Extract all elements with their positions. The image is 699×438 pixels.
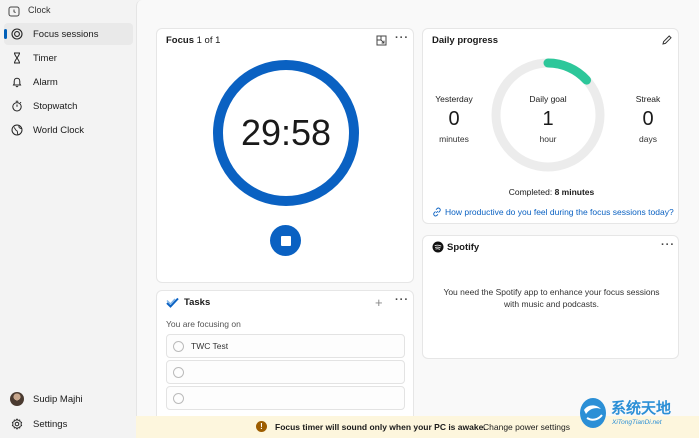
tasks-check-icon [166,297,179,308]
stop-button[interactable] [270,225,301,256]
gear-icon [10,417,24,431]
edit-icon[interactable] [661,34,673,46]
banner-message: Focus timer will sound only when your PC… [275,422,486,432]
task-checkbox[interactable] [173,340,184,352]
change-power-settings-link[interactable]: Change power settings [483,422,570,432]
watermark-logo-icon [580,398,606,428]
focus-session-count: 1 of 1 [196,35,221,46]
hourglass-icon [10,51,24,65]
daily-goal-unit: hour [539,134,557,144]
focus-timer: 29:58 [240,112,332,153]
globe-icon [10,123,24,137]
daily-progress-title: Daily progress [432,35,498,46]
user-name: Sudip Majhi [33,393,83,405]
sidebar: Focus sessions Timer Alarm Stopwatch Wor… [0,22,136,438]
spotify-icon [432,241,444,253]
task-row[interactable]: TWC Test [166,334,405,358]
watermark: 系统天地 XiTongTianDi.net [576,392,696,436]
focus-title: Focus 1 of 1 [166,35,220,46]
spotify-name: Spotify [447,241,480,253]
task-checkbox[interactable] [173,392,184,404]
yesterday-value: 0 [448,108,460,130]
streak-unit: days [639,134,657,144]
sidebar-item-timer[interactable]: Timer [4,47,133,69]
sidebar-item-alarm[interactable]: Alarm [4,71,133,93]
completed-label: Completed: [508,187,553,197]
clock-app-icon [8,6,20,17]
spotify-logo: Spotify [432,241,479,253]
completed-value: 8 minutes [554,187,595,197]
main-content: Focus 1 of 1 ··· 29:58 Daily progress Ye… [136,0,699,438]
focus-more-button[interactable]: ··· [395,32,409,44]
sidebar-item-label: Alarm [33,76,58,88]
link-icon [433,207,441,217]
streak-label: Streak [635,94,661,104]
completed-text: Completed: 8 minutes [423,187,680,197]
focus-card: Focus 1 of 1 ··· 29:58 [156,28,414,283]
sidebar-item-label: Timer [33,52,57,64]
sidebar-item-label: Settings [33,418,68,430]
compact-overlay-icon[interactable] [376,35,387,46]
focus-icon [10,27,24,41]
tasks-title: Tasks [184,297,211,308]
warning-icon: ! [256,421,267,432]
task-text: TWC Test [191,341,229,351]
tasks-more-button[interactable]: ··· [395,294,409,306]
streak-stat: Streak 0 days [623,94,673,144]
spotify-more-button[interactable]: ··· [661,239,675,251]
avatar [10,392,24,406]
daily-goal-stat: Daily goal 1 hour [518,94,578,144]
yesterday-unit: minutes [439,134,469,144]
daily-progress-card: Daily progress Yesterday 0 minutes Daily… [422,28,679,224]
spotify-message: You need the Spotify app to enhance your… [443,287,660,309]
daily-goal-label: Daily goal [529,94,567,104]
yesterday-label: Yesterday [435,94,473,104]
bell-icon [10,75,24,89]
sidebar-item-stopwatch[interactable]: Stopwatch [4,95,133,117]
user-account[interactable]: Sudip Majhi [4,388,133,410]
sidebar-item-label: Focus sessions [33,28,99,40]
yesterday-stat: Yesterday 0 minutes [429,94,479,144]
add-task-button[interactable]: + [375,295,383,310]
stop-icon [280,235,291,246]
sidebar-item-settings[interactable]: Settings [4,413,133,435]
feedback-link-text: How productive do you feel during the fo… [445,207,674,217]
daily-goal-value: 1 [542,108,554,130]
focus-title-label: Focus [166,35,194,46]
sidebar-item-label: World Clock [33,124,85,136]
focusing-on-label: You are focusing on [166,319,241,329]
sidebar-item-focus-sessions[interactable]: Focus sessions [4,23,133,45]
watermark-url: XiTongTianDi.net [612,419,662,426]
feedback-link[interactable]: How productive do you feel during the fo… [432,207,674,217]
watermark-title: 系统天地 [611,399,672,417]
stopwatch-icon [10,99,24,113]
tasks-header: Tasks [166,297,210,308]
streak-value: 0 [642,108,654,130]
task-checkbox[interactable] [173,366,184,378]
task-row[interactable] [166,360,405,384]
app-title: Clock [28,5,51,15]
sidebar-item-label: Stopwatch [33,100,78,112]
spotify-card: Spotify ··· You need the Spotify app to … [422,235,679,359]
sidebar-item-world-clock[interactable]: World Clock [4,119,133,141]
task-row[interactable] [166,386,405,410]
